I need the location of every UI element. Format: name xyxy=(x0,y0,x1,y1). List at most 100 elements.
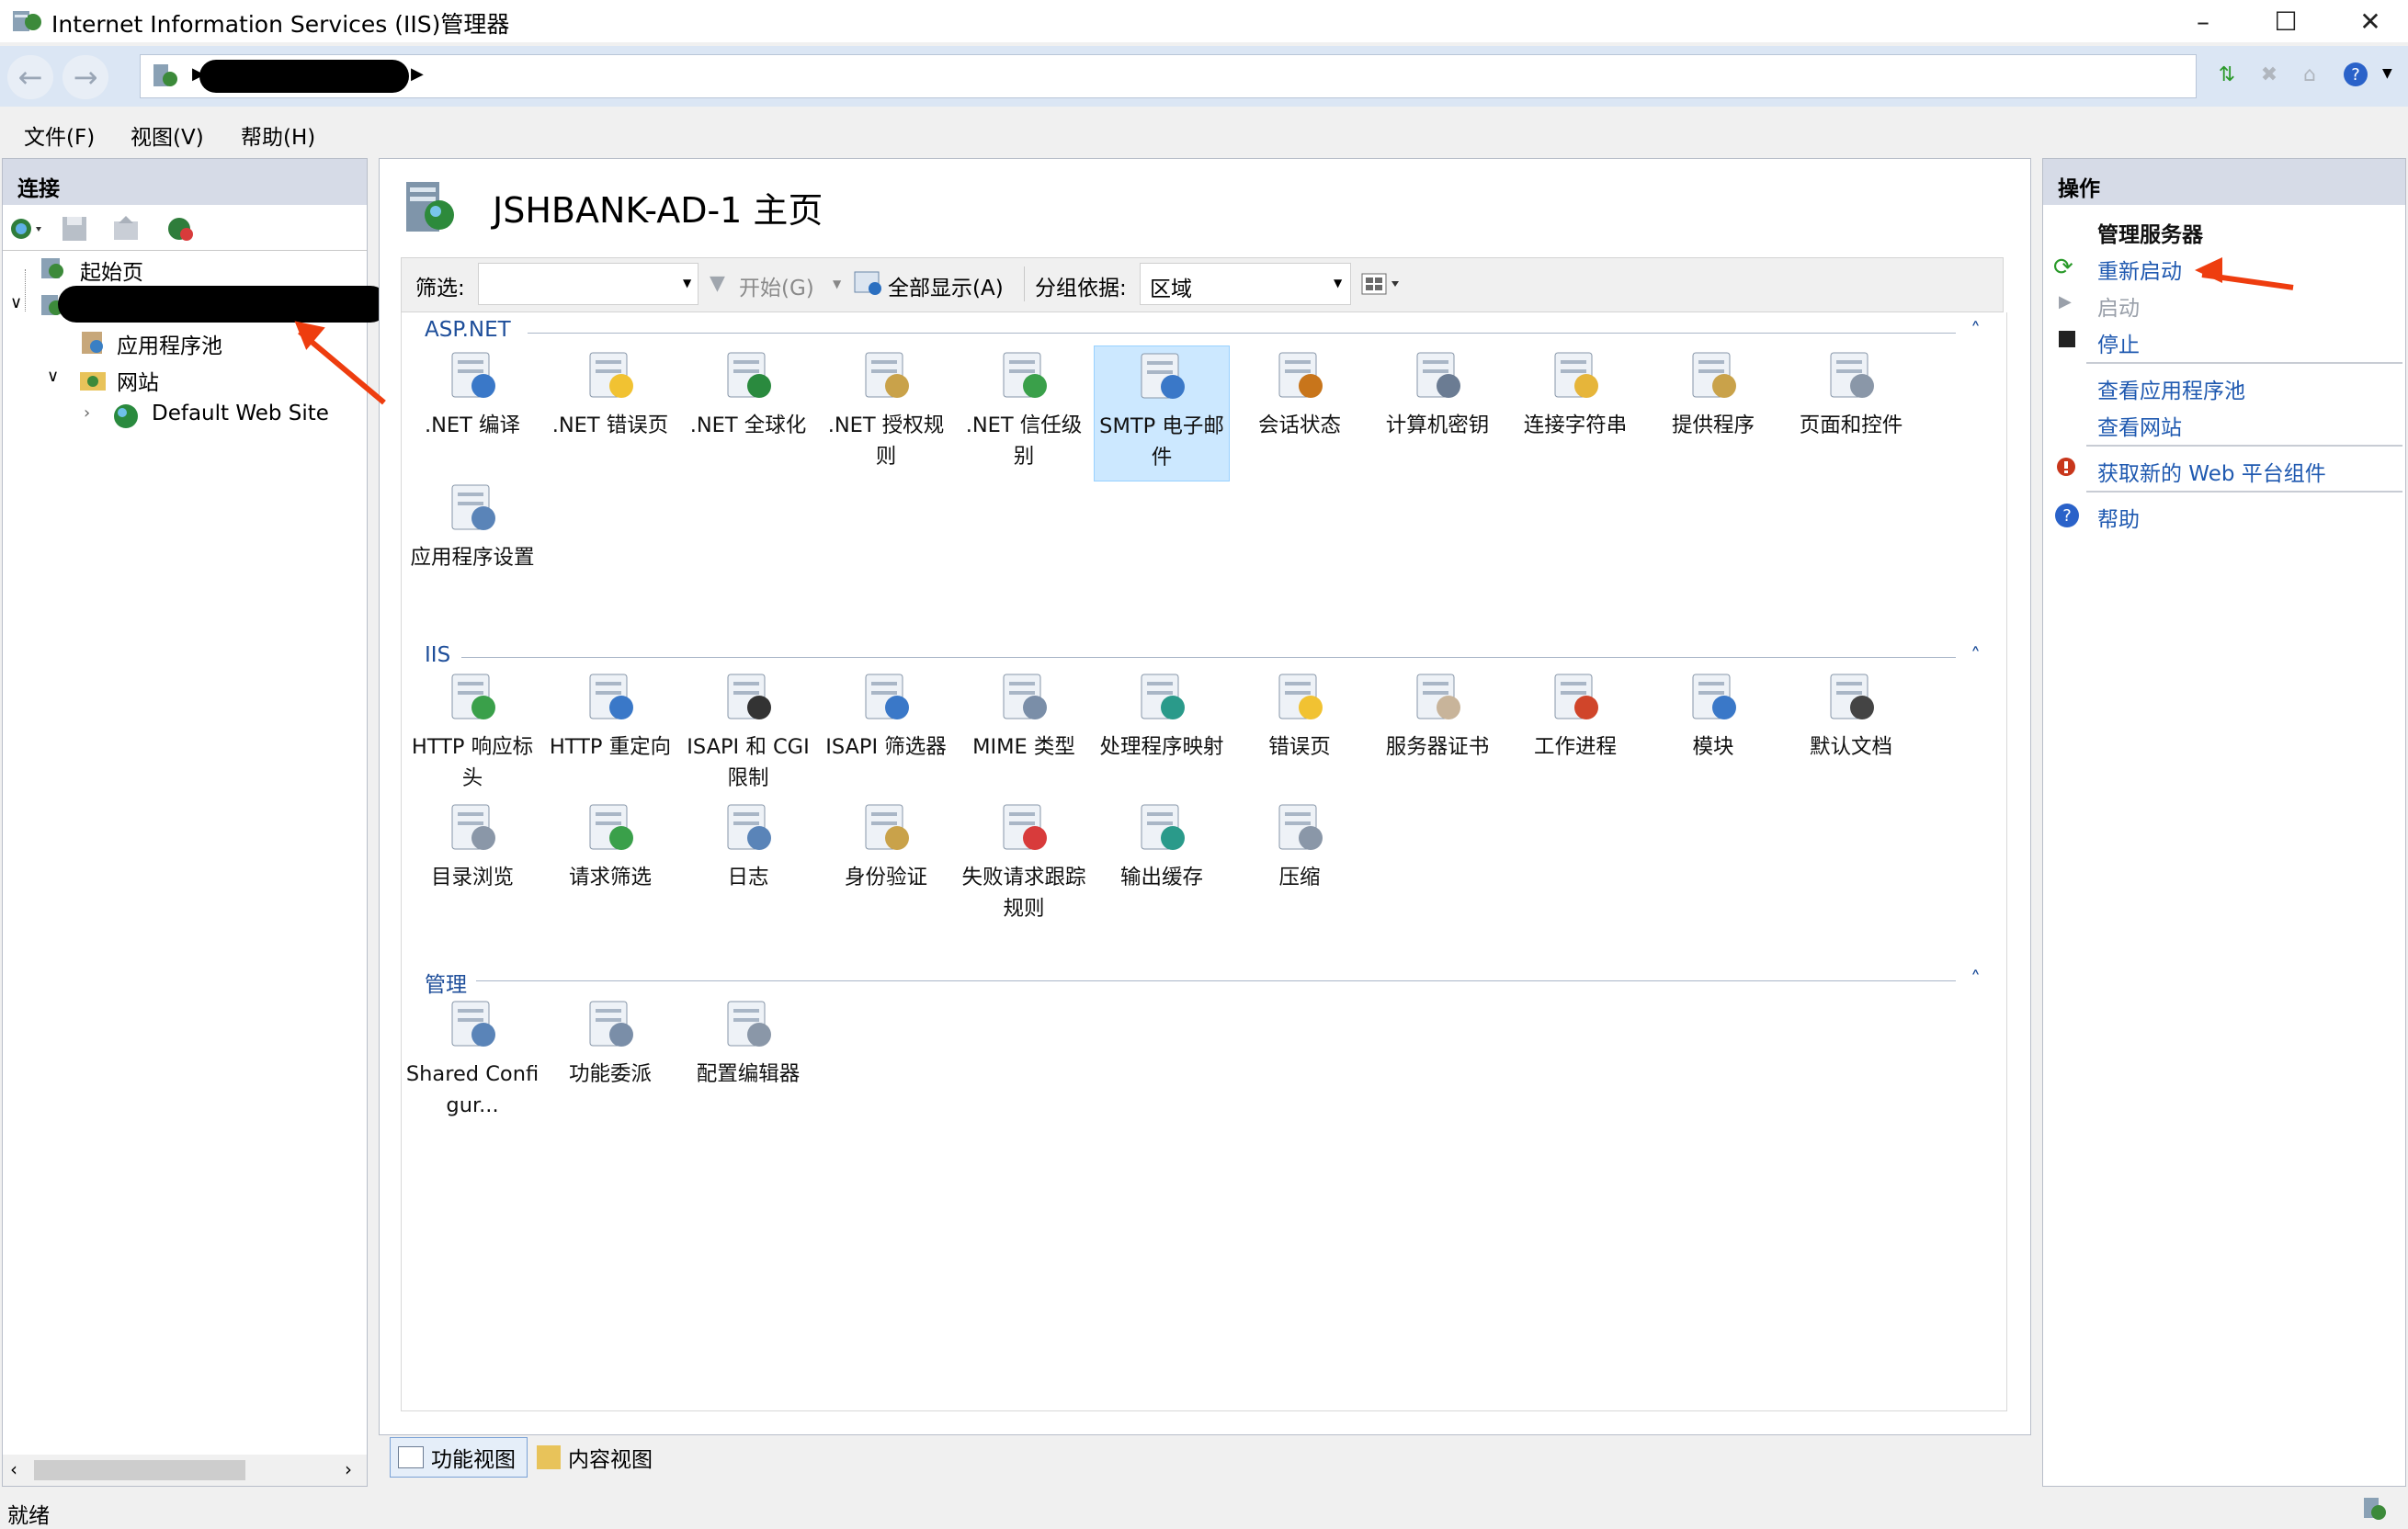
section-collapse-icon[interactable]: ˄ xyxy=(1971,645,1981,668)
section-divider xyxy=(461,657,1956,658)
section-collapse-icon[interactable]: ˄ xyxy=(1971,968,1981,991)
tree-item-start-page[interactable]: 起始页 xyxy=(80,255,143,286)
group-by-select[interactable]: 区域 ▼ xyxy=(1140,263,1351,305)
feature-tile[interactable]: 日志 xyxy=(680,798,816,934)
feature-tile[interactable]: 模块 xyxy=(1645,667,1781,803)
tree-item-app-pools[interactable]: 应用程序池 xyxy=(117,328,222,359)
view-mode-icon[interactable] xyxy=(1360,270,1406,298)
scroll-left-icon[interactable]: ‹ xyxy=(10,1458,17,1480)
maximize-button[interactable]: ☐ xyxy=(2255,0,2316,42)
output-caching-icon xyxy=(1132,798,1191,856)
home-icon[interactable]: ⌂ xyxy=(2294,59,2325,90)
stop-icon[interactable]: ✖ xyxy=(2254,59,2285,90)
tree-collapse-icon[interactable]: › xyxy=(84,403,90,423)
tree-item-default-site[interactable]: Default Web Site xyxy=(152,402,329,425)
connect-icon[interactable] xyxy=(8,214,45,244)
feature-tile-label: HTTP 重定向 xyxy=(549,735,672,759)
feature-tile[interactable]: 页面和控件 xyxy=(1783,345,1919,481)
stop-action[interactable]: 停止 xyxy=(2097,327,2140,358)
feature-tile[interactable]: 处理程序映射 xyxy=(1094,667,1230,803)
feature-tile[interactable]: SMTP 电子邮件 xyxy=(1094,345,1230,481)
menu-view[interactable]: 视图(V) xyxy=(131,119,204,151)
restart-action[interactable]: 重新启动 xyxy=(2097,254,2182,285)
feature-tile[interactable]: 身份验证 xyxy=(818,798,954,934)
save-icon[interactable] xyxy=(60,214,89,244)
providers-icon xyxy=(1684,345,1743,404)
feature-tile[interactable]: .NET 全球化 xyxy=(680,345,816,481)
filter-dropdown-icon[interactable]: ▼ xyxy=(683,277,691,289)
feature-tile[interactable]: 会话状态 xyxy=(1232,345,1368,481)
horizontal-scrollbar[interactable]: ‹ › xyxy=(3,1455,367,1486)
tree-item-sites[interactable]: 网站 xyxy=(117,365,159,396)
feature-tile[interactable]: 应用程序设置 xyxy=(404,478,540,614)
feature-tile[interactable]: 错误页 xyxy=(1232,667,1368,803)
feature-tile[interactable]: HTTP 重定向 xyxy=(542,667,678,803)
page-title: JSHBANK-AD-1 主页 xyxy=(493,190,823,231)
tree-expand-icon[interactable]: ∨ xyxy=(10,293,22,312)
feature-tile[interactable]: 提供程序 xyxy=(1645,345,1781,481)
feature-tile[interactable]: 目录浏览 xyxy=(404,798,540,934)
compression-icon xyxy=(1270,798,1329,856)
feature-tile[interactable]: ISAPI 和 CGI 限制 xyxy=(680,667,816,803)
feature-tile[interactable]: .NET 信任级别 xyxy=(956,345,1092,481)
view-app-pools-action[interactable]: 查看应用程序池 xyxy=(2097,373,2245,404)
section-aspnet-title: ASP.NET xyxy=(425,318,511,342)
show-all-button[interactable]: 全部显示(A) xyxy=(888,270,1004,301)
get-web-components-action[interactable]: 获取新的 Web 平台组件 xyxy=(2097,456,2326,487)
config-editor-icon xyxy=(719,994,778,1053)
http-redirect-icon xyxy=(581,667,640,726)
feature-tile-label: .NET 全球化 xyxy=(689,413,807,437)
start-action[interactable]: 启动 xyxy=(2097,290,2140,322)
minimize-button[interactable]: – xyxy=(2173,0,2233,42)
feature-tile[interactable]: 配置编辑器 xyxy=(680,994,816,1130)
feature-tile-label: 会话状态 xyxy=(1257,413,1341,437)
help-icon[interactable]: ? xyxy=(2340,59,2371,90)
go-dropdown-icon[interactable]: ▼ xyxy=(833,277,841,290)
help-action[interactable]: 帮助 xyxy=(2097,502,2140,533)
feature-tile[interactable]: 功能委派 xyxy=(542,994,678,1130)
view-sites-action[interactable]: 查看网站 xyxy=(2097,410,2182,441)
feature-tile[interactable]: 压缩 xyxy=(1232,798,1368,934)
start-page-icon xyxy=(38,255,65,282)
feature-tile[interactable]: .NET 授权规则 xyxy=(818,345,954,481)
feature-tile[interactable]: 默认文档 xyxy=(1783,667,1919,803)
feature-tile[interactable]: MIME 类型 xyxy=(956,667,1092,803)
feature-tile[interactable]: 计算机密钥 xyxy=(1369,345,1505,481)
sites-folder-icon xyxy=(78,365,108,394)
up-level-icon[interactable] xyxy=(111,214,141,244)
menu-file[interactable]: 文件(F) xyxy=(24,119,95,151)
feature-tile[interactable]: Shared Configur... xyxy=(404,994,540,1130)
feature-tile[interactable]: HTTP 响应标头 xyxy=(404,667,540,803)
go-button[interactable]: 开始(G) xyxy=(739,270,814,301)
forward-button[interactable]: → xyxy=(62,55,108,99)
tab-features-view[interactable]: 功能视图 xyxy=(390,1437,528,1478)
feature-tile-label: 压缩 xyxy=(1278,866,1321,889)
scrollbar-thumb[interactable] xyxy=(34,1460,245,1480)
feature-tile[interactable]: 输出缓存 xyxy=(1094,798,1230,934)
feature-tile-label: .NET 错误页 xyxy=(551,413,669,437)
feature-tile[interactable]: ISAPI 筛选器 xyxy=(818,667,954,803)
menu-help[interactable]: 帮助(H) xyxy=(241,119,315,151)
feature-tile[interactable]: 失败请求跟踪规则 xyxy=(956,798,1092,934)
feature-tile[interactable]: .NET 编译 xyxy=(404,345,540,481)
group-by-dropdown-icon[interactable]: ▼ xyxy=(1334,277,1342,289)
feature-tile[interactable]: 服务器证书 xyxy=(1369,667,1505,803)
feature-tile[interactable]: 请求筛选 xyxy=(542,798,678,934)
back-button[interactable]: ← xyxy=(7,55,53,99)
feature-tile[interactable]: 连接字符串 xyxy=(1507,345,1643,481)
disconnect-icon[interactable] xyxy=(165,214,198,244)
close-button[interactable]: ✕ xyxy=(2340,0,2401,42)
restart-icon: ⟳ xyxy=(2053,254,2073,281)
help-dropdown-icon[interactable]: ▼ xyxy=(2382,66,2392,81)
refresh-icon[interactable]: ⇅ xyxy=(2211,59,2243,90)
feature-tile[interactable]: 工作进程 xyxy=(1507,667,1643,803)
scroll-right-icon[interactable]: › xyxy=(345,1458,352,1480)
redacted-server-name xyxy=(199,60,409,93)
section-collapse-icon[interactable]: ˄ xyxy=(1971,320,1981,343)
filter-input[interactable]: ▼ xyxy=(478,263,699,305)
tree-expand-icon[interactable]: ∨ xyxy=(47,367,59,386)
redacted-server-node[interactable] xyxy=(58,286,389,323)
address-path-field[interactable]: ▶ ▶ xyxy=(140,54,2197,98)
feature-tile[interactable]: .NET 错误页 xyxy=(542,345,678,481)
tab-content-view[interactable]: 内容视图 xyxy=(533,1437,671,1478)
